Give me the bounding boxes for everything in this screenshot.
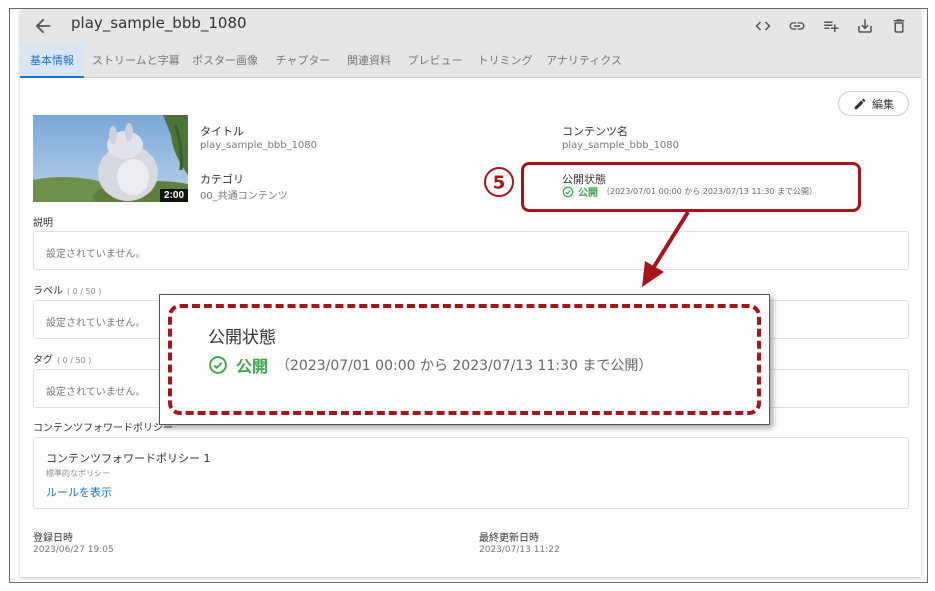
label-count: ( 0 / 50 ) <box>67 287 102 296</box>
pencil-icon <box>854 98 866 109</box>
link-icon <box>789 22 805 30</box>
callout-arrow <box>642 210 690 287</box>
zoom-publish-label: 公開状態 <box>208 328 276 348</box>
zoom-publish-status: 公開 （2023/07/01 00:00 から 2023/07/13 11:30… <box>208 353 652 377</box>
tab-poster-image[interactable]: ポスター画像 <box>190 45 260 78</box>
category-value: 00_共通コンテンツ <box>200 191 288 202</box>
policy-description: 標準的なポリシー <box>46 469 110 478</box>
tab-streams-subtitles[interactable]: ストリームと字幕 <box>92 45 180 78</box>
playlist-add-icon <box>824 21 839 32</box>
category-label: カテゴリ <box>200 173 244 186</box>
toolbar <box>751 15 911 37</box>
tab-analytics[interactable]: アナリティクス <box>546 45 622 78</box>
arrow-left-icon <box>35 18 51 34</box>
title-label: タイトル <box>200 125 244 138</box>
tab-bar: 基本情報 ストリームと字幕 ポスター画像 チャプター 関連資料 プレビュー トリ… <box>20 45 921 78</box>
label-field-label: ラベル ( 0 / 50 ) <box>33 282 101 297</box>
policy-box: コンテンツフォワードポリシー 1 標準的なポリシー ルールを表示 <box>33 437 909 509</box>
tab-preview[interactable]: プレビュー <box>406 45 464 78</box>
content-name-label: コンテンツ名 <box>562 125 628 138</box>
edit-button[interactable]: 編集 <box>838 91 909 116</box>
download-button[interactable] <box>853 15 877 37</box>
tag-field-title: タグ <box>33 355 53 366</box>
content-detail-window: play_sample_bbb_1080 基本情報 ストリームと字幕 ポスター画… <box>20 9 921 577</box>
updated-value: 2023/07/13 11:22 <box>479 545 560 555</box>
copy-link-button[interactable] <box>785 15 809 37</box>
trash-icon <box>893 19 905 33</box>
description-field[interactable]: 設定されていません。 <box>33 231 909 270</box>
duration-badge: 2:00 <box>159 189 188 202</box>
description-label: 説明 <box>33 218 53 229</box>
back-button[interactable] <box>32 15 54 37</box>
top-bar: play_sample_bbb_1080 <box>20 9 921 45</box>
edit-button-label: 編集 <box>872 97 894 111</box>
zoom-publish-period: （2023/07/01 00:00 から 2023/07/13 11:30 まで… <box>276 358 653 374</box>
tab-trimming[interactable]: トリミング <box>476 45 534 78</box>
label-placeholder: 設定されていません。 <box>46 318 146 329</box>
video-thumbnail[interactable]: 2:00 <box>33 115 188 202</box>
tab-chapters[interactable]: チャプター <box>272 45 334 78</box>
zoom-publish-word: 公開 <box>236 357 269 376</box>
created-label: 登録日時 <box>33 533 73 544</box>
show-rules-link[interactable]: ルールを表示 <box>46 484 112 500</box>
created-value: 2023/06/27 19:05 <box>33 545 114 555</box>
step-number-badge: 5 <box>484 167 514 197</box>
tag-placeholder: 設定されていません。 <box>46 387 146 398</box>
description-placeholder: 設定されていません。 <box>46 249 146 260</box>
policy-name: コンテンツフォワードポリシー 1 <box>46 452 211 465</box>
download-icon <box>858 19 872 33</box>
embed-code-button[interactable] <box>751 15 775 37</box>
add-to-playlist-button[interactable] <box>819 15 843 37</box>
content-name-value: play_sample_bbb_1080 <box>562 140 680 151</box>
page-title: play_sample_bbb_1080 <box>71 14 247 32</box>
tag-count: ( 0 / 50 ) <box>57 356 92 365</box>
code-icon <box>755 21 771 31</box>
title-value: play_sample_bbb_1080 <box>200 140 318 151</box>
tag-field-label: タグ ( 0 / 50 ) <box>33 351 91 366</box>
policy-label: コンテンツフォワードポリシー <box>33 423 173 434</box>
step-number: 5 <box>493 173 506 194</box>
tab-related-materials[interactable]: 関連資料 <box>344 45 394 78</box>
check-circle-icon <box>209 356 227 374</box>
updated-label: 最終更新日時 <box>479 533 539 544</box>
label-field-title: ラベル <box>33 286 63 297</box>
tab-basic-info[interactable]: 基本情報 <box>20 45 84 78</box>
zoom-callout: 公開状態 公開 （2023/07/01 00:00 から 2023/07/13 … <box>159 294 770 425</box>
delete-button[interactable] <box>887 15 911 37</box>
